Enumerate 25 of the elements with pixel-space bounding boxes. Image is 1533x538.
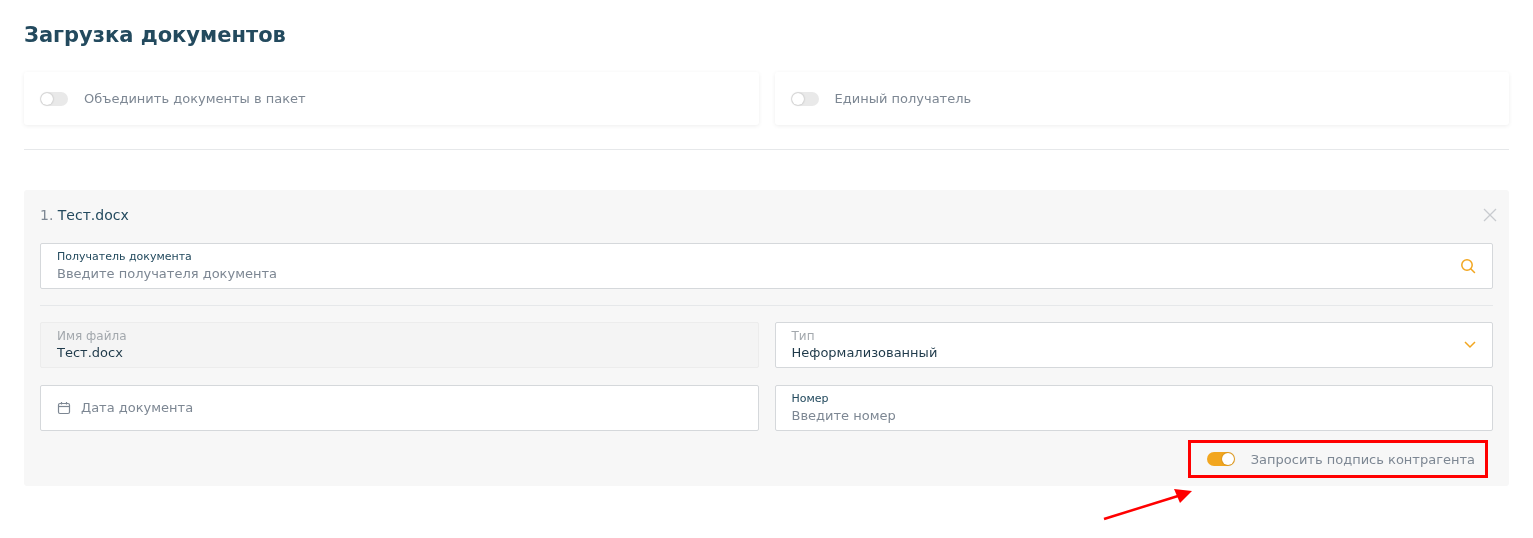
select-field[interactable]: Тип Неформализованный	[774, 322, 1493, 368]
option-label: Единый получатель	[834, 91, 972, 106]
text-input[interactable]: Введите получателя документа	[57, 265, 1450, 283]
input-field[interactable]: Получатель документа Введите получателя документа	[40, 243, 1493, 289]
page-title: Загрузка документов	[24, 22, 287, 49]
search-icon[interactable]	[1460, 258, 1476, 274]
calendar-icon	[57, 401, 71, 415]
field-value: Неформализованный	[791, 344, 938, 362]
date-field[interactable]: Дата документа	[40, 385, 759, 431]
toggle-switch[interactable]	[790, 91, 819, 106]
field-label: Номер	[791, 391, 829, 407]
field-label: Имя файла	[57, 328, 127, 344]
document-title: 1. Тест.docx	[40, 207, 129, 223]
toggle-switch[interactable]	[40, 91, 68, 106]
option-label: Запросить подпись контрагента	[1250, 451, 1475, 467]
toggle-switch[interactable]	[1206, 452, 1235, 466]
date-input[interactable]: Дата документа	[81, 399, 251, 417]
text-input[interactable]: Введите номер	[791, 407, 1476, 425]
field-label: Получатель документа	[57, 249, 192, 265]
close-button[interactable]	[1483, 208, 1497, 222]
option-label: Объединить документы в пакет	[84, 91, 306, 106]
input-field[interactable]: Номер Введите номер	[774, 385, 1493, 431]
field-value: Тест.docx	[57, 344, 123, 362]
field-label: Тип	[791, 328, 815, 344]
chevron-down-icon	[1464, 341, 1476, 349]
